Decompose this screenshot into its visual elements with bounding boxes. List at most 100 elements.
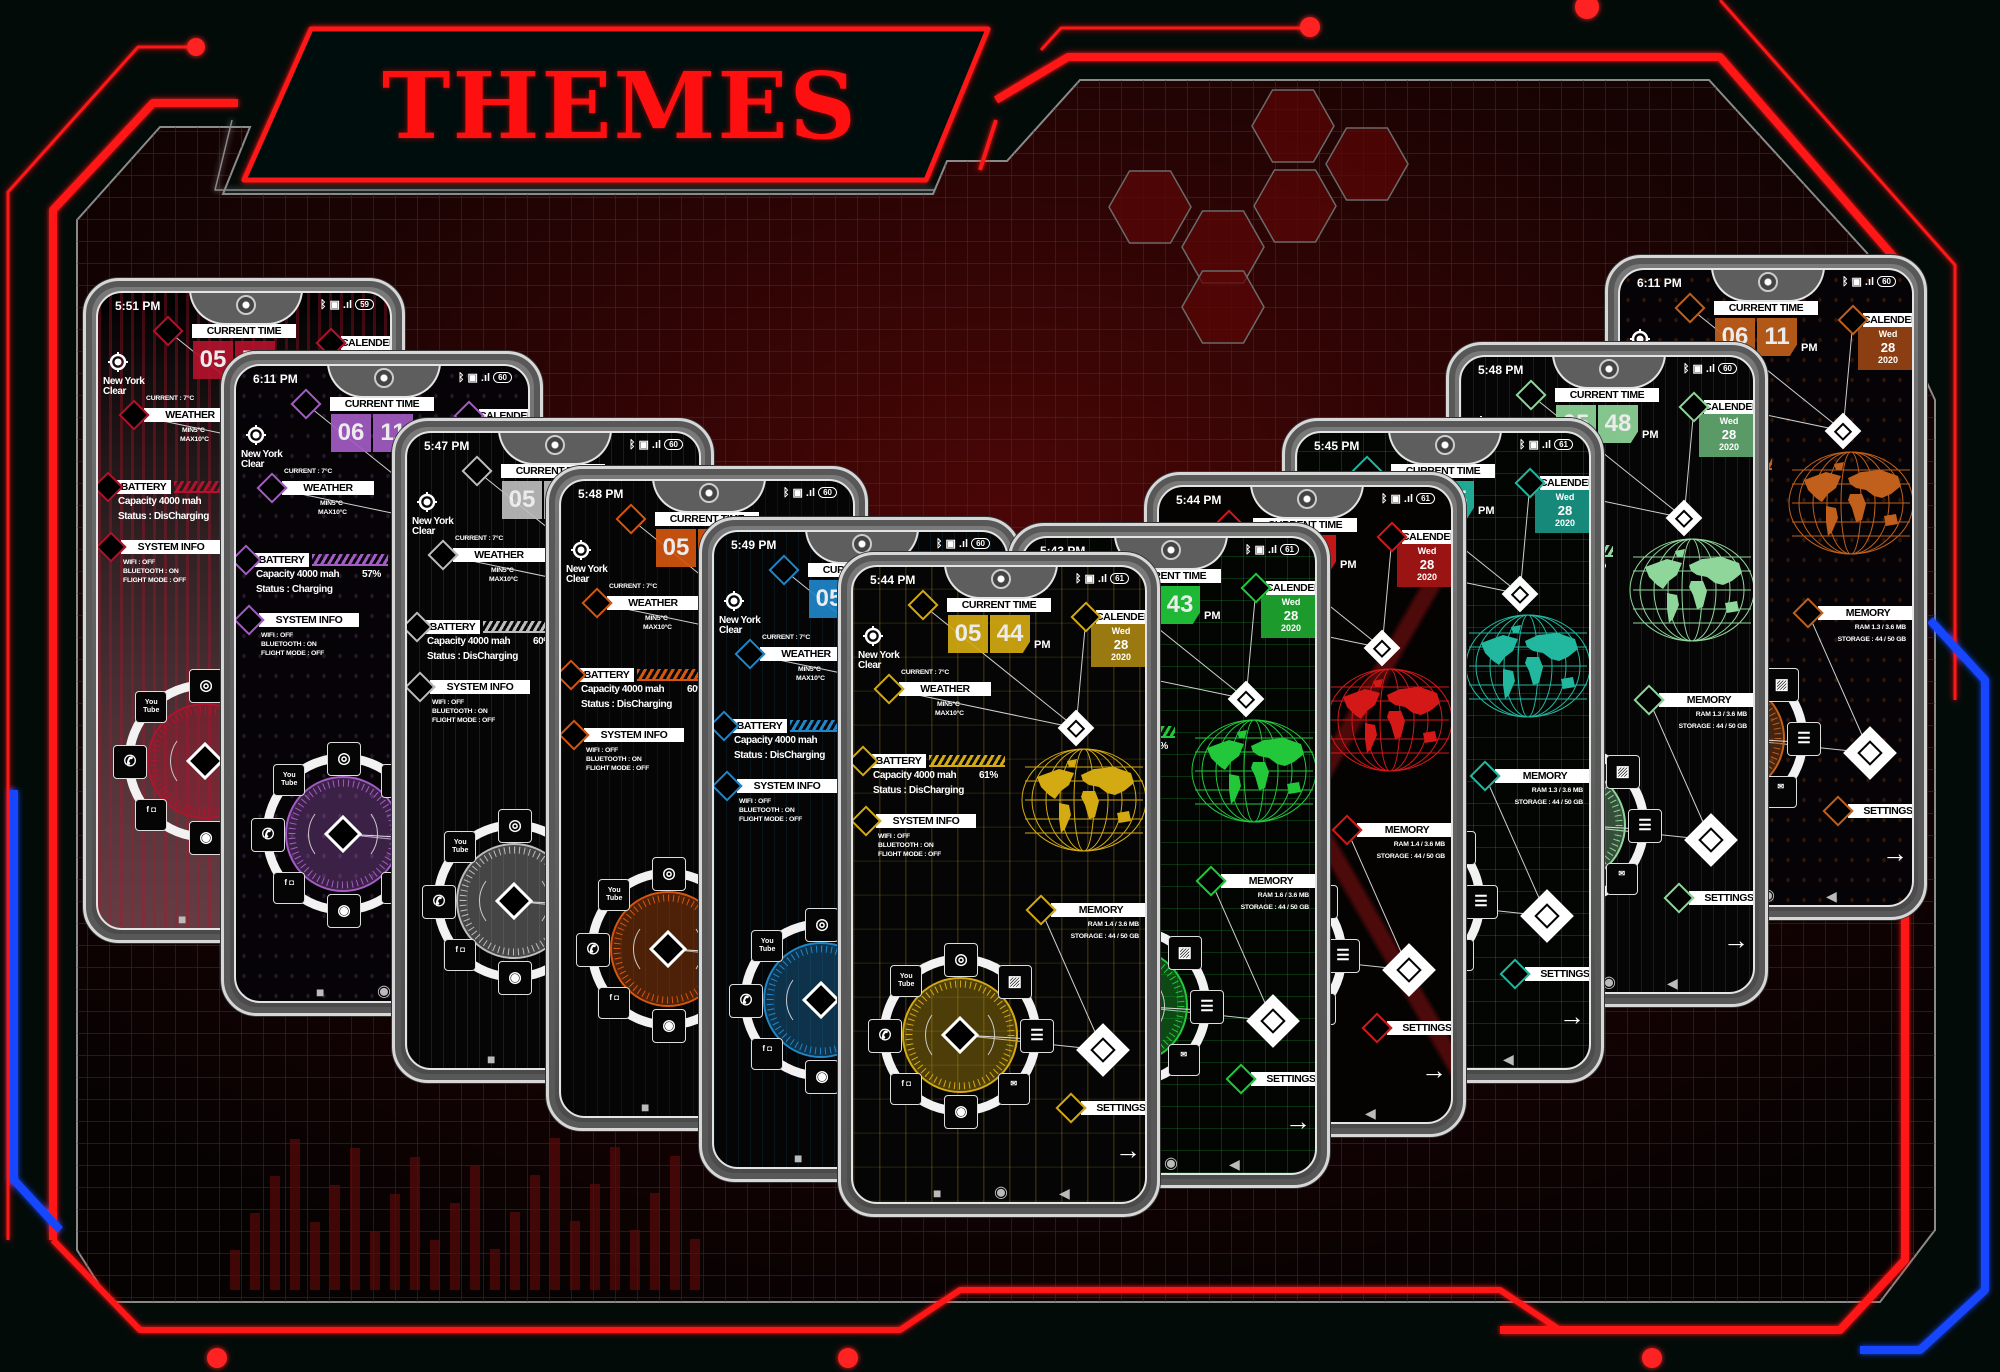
weather-location: New YorkClear: [858, 651, 900, 671]
chrome-icon: ◎: [498, 809, 532, 843]
social-icon: f ◘: [135, 798, 168, 831]
youtube-icon: You Tube: [751, 930, 784, 963]
system-info-label: SYSTEM INFO: [259, 613, 359, 627]
youtube-icon: You Tube: [890, 965, 923, 998]
flight-mode-status: FLIGHT MODE : OFF: [878, 851, 942, 858]
memory-label: MEMORY: [1659, 693, 1753, 707]
weather-label: WEATHER: [899, 682, 991, 696]
memory-ram: RAM 1.4 / 3.6 MB: [1087, 921, 1139, 928]
status-icons: ᛒ ▣ .ıl 61: [1519, 438, 1573, 451]
signal-icon: .ıl: [1403, 492, 1414, 505]
world-globe-icon: [1465, 614, 1589, 718]
battery-status: Status : DisCharging: [734, 750, 825, 761]
memory-storage: STORAGE : 44 / 50 GB: [1678, 723, 1748, 730]
status-icons: ᛒ ▣ .ıl 60: [1683, 362, 1737, 375]
battery-icon: 60: [971, 538, 990, 549]
signal-icon: .ıl: [651, 438, 662, 451]
weather-location-icon: [724, 591, 744, 611]
equalizer-bar: [410, 1157, 420, 1290]
memory-ram: RAM 1.3 / 3.6 MB: [1531, 787, 1583, 794]
bluetooth-status: BLUETOOTH : ON: [878, 842, 934, 849]
wifi-status: WIFI : OFF: [261, 632, 293, 639]
youtube-icon: You Tube: [135, 691, 168, 724]
gallery-icon: ▨: [1764, 668, 1799, 703]
calendar-year: 2020: [1280, 623, 1302, 633]
equalizer-bar: [430, 1240, 440, 1290]
system-info-label: SYSTEM INFO: [876, 814, 976, 828]
social-icon: f ◘: [890, 1072, 923, 1105]
equalizer-bar: [230, 1250, 240, 1290]
memory-ram: RAM 1.3 / 3.6 MB: [1695, 711, 1747, 718]
minute-box: 11: [1757, 318, 1797, 356]
chrome-icon: ◎: [944, 943, 978, 977]
memory-ram: RAM 1.6 / 3.6 MB: [1257, 892, 1309, 899]
settings-label: SETTINGS: [1387, 1021, 1451, 1035]
memory-storage: STORAGE : 44 / 50 GB: [1070, 933, 1140, 940]
youtube-label: You Tube: [606, 887, 623, 903]
weather-max: MAX10°C: [796, 675, 825, 682]
messages-icon: ☰: [1628, 809, 1662, 843]
settings-label: SETTINGS: [1251, 1072, 1315, 1086]
nav-recents-icon: ■: [316, 984, 325, 1000]
memory-storage: STORAGE : 44 / 50 GB: [1240, 904, 1310, 911]
arrow-right-icon: →: [1421, 1055, 1447, 1085]
front-camera-icon: [374, 368, 394, 388]
weather-min: MIN5°C: [645, 615, 668, 622]
gallery-icon: ▨: [997, 965, 1032, 1000]
messages-icon: ☰: [1190, 990, 1224, 1024]
equalizer-bar: [450, 1203, 460, 1290]
am-pm: PM: [1801, 342, 1818, 354]
status-icons: ᛒ ▣ .ıl 61: [1075, 572, 1129, 585]
system-info-label: SYSTEM INFO: [584, 728, 684, 742]
phone-icon: ✆: [251, 818, 285, 852]
memory-label: MEMORY: [1818, 606, 1912, 620]
sim-icon: ▣: [945, 538, 956, 550]
equalizer-bar: [390, 1194, 400, 1290]
world-globe-icon: [1021, 748, 1145, 852]
arrow-right-icon: →: [1115, 1135, 1141, 1165]
youtube-icon: You Tube: [444, 831, 477, 864]
arrow-right-icon: →: [1285, 1106, 1311, 1136]
equalizer-bar: [530, 1175, 540, 1290]
phone-theme-preview: 5:44 PM ᛒ▣.ıl61 New YorkClear CURRENT TI…: [838, 552, 1160, 1217]
nav-home-icon: ◉: [377, 983, 391, 1000]
current-time-label: CURRENT TIME: [1555, 388, 1659, 402]
calendar-date: 28: [1113, 637, 1129, 652]
flight-mode-status: FLIGHT MODE : OFF: [586, 765, 650, 772]
signal-icon: .ıl: [480, 371, 491, 384]
condition: Clear: [566, 574, 590, 585]
wifi-status: WIFI : OFF: [586, 747, 618, 754]
bluetooth-icon: ᛒ: [1518, 438, 1526, 451]
am-pm: PM: [1642, 429, 1659, 441]
status-icons: ᛒ ▣ .ıl 60: [629, 438, 683, 451]
battery-icon: 60: [1877, 276, 1896, 287]
weather-max: MAX10°C: [643, 624, 672, 631]
sim-icon: ▣: [792, 487, 803, 499]
sim-icon: ▣: [329, 299, 340, 311]
camera-icon: ◉: [327, 894, 361, 928]
battery-icon: 61: [1416, 493, 1435, 504]
status-time: 5:44 PM: [870, 573, 916, 587]
calendar-year: 2020: [1718, 442, 1740, 452]
status-icons: ᛒ ▣ .ıl 60: [783, 486, 837, 499]
memory-label: MEMORY: [1357, 823, 1451, 837]
front-camera-icon: [991, 569, 1011, 589]
bluetooth-icon: ᛒ: [1380, 492, 1388, 505]
memory-label: MEMORY: [1221, 874, 1315, 888]
misc-apps-icon: ✉: [997, 1072, 1030, 1105]
equalizer-bar: [470, 1166, 480, 1290]
status-time: 6:11 PM: [1637, 276, 1682, 290]
page-title: THEMES: [382, 52, 858, 160]
weather-location: New YorkClear: [241, 450, 283, 470]
arrow-right-icon: →: [1723, 925, 1749, 955]
nav-recents-icon: ■: [933, 1185, 942, 1201]
battery-icon: 61: [1554, 439, 1573, 450]
bluetooth-status: BLUETOOTH : ON: [261, 641, 317, 648]
weather-max: MAX10°C: [935, 710, 964, 717]
world-globe-icon: [1327, 668, 1451, 772]
messages-icon: ☰: [1464, 885, 1498, 919]
bluetooth-icon: ᛒ: [935, 537, 943, 550]
signal-icon: .ıl: [805, 486, 816, 499]
weather-max: MAX10°C: [489, 576, 518, 583]
weather-min: MIN5°C: [182, 427, 205, 434]
